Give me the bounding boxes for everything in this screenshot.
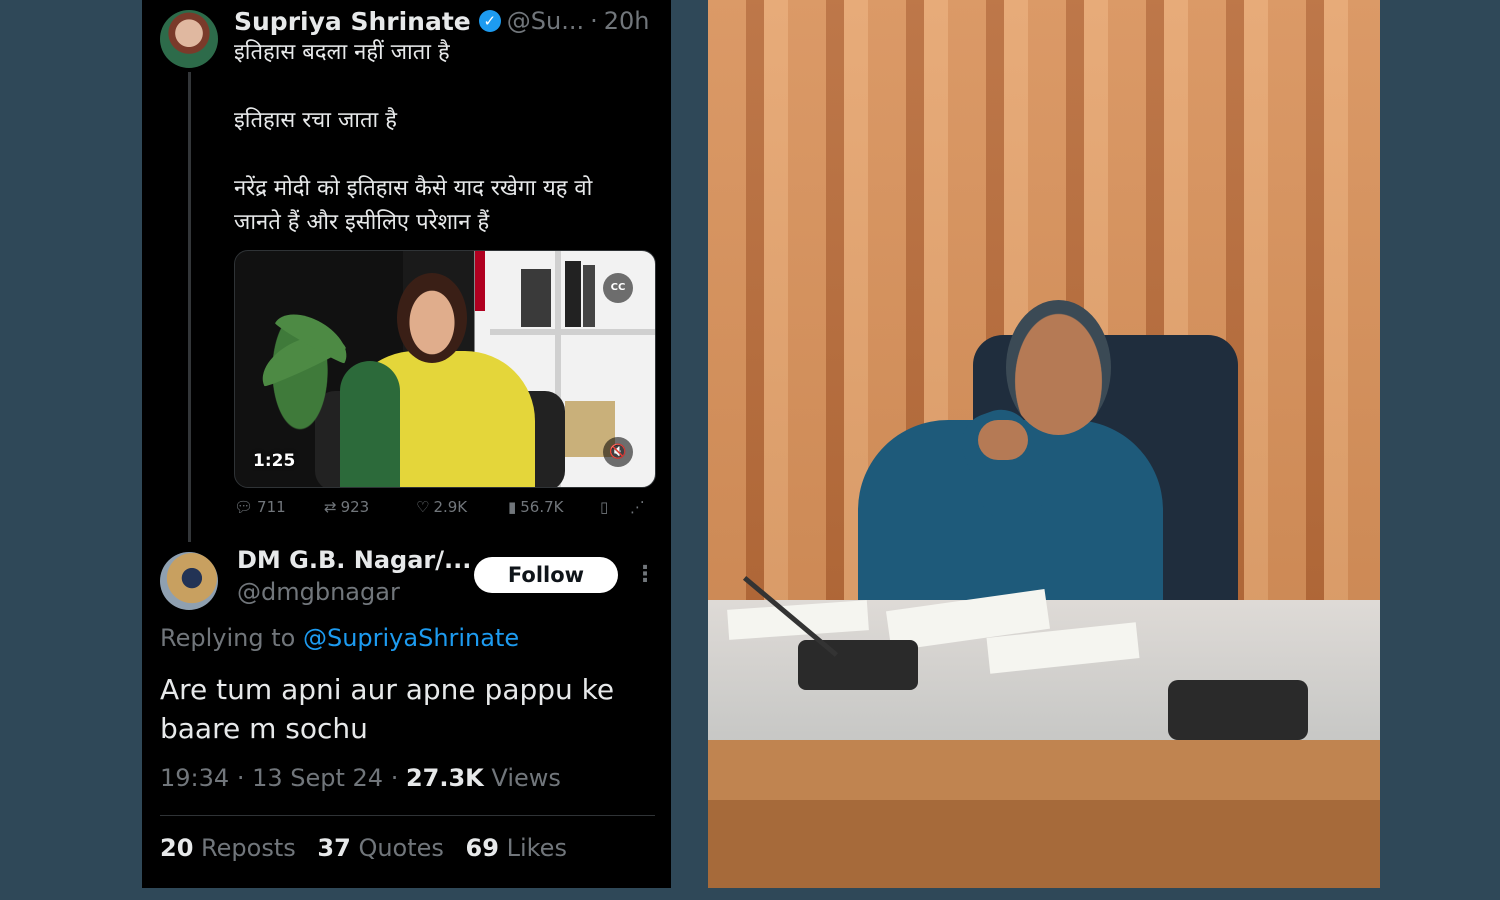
author-handle[interactable]: @Su... bbox=[507, 7, 584, 35]
tweet-time[interactable]: 20h bbox=[604, 7, 650, 35]
repost-icon: ⇄ bbox=[324, 498, 337, 516]
repost-count: 923 bbox=[340, 498, 370, 516]
reply-author-avatar[interactable] bbox=[160, 552, 218, 610]
thread-line bbox=[188, 72, 191, 542]
frame bbox=[521, 269, 551, 327]
more-options-icon[interactable]: ⋮ bbox=[634, 562, 656, 587]
reposts-stat[interactable]: 20 Reposts bbox=[160, 834, 296, 862]
reply-icon: 💬︎ bbox=[234, 498, 254, 516]
video-duration: 1:25 bbox=[253, 451, 296, 471]
tweet-text-line: जानते हैं और इसीलिए परेशान हैं bbox=[234, 210, 490, 235]
tweet-text-line: इतिहास रचा जाता है bbox=[234, 108, 397, 133]
likes-count: 69 bbox=[465, 834, 499, 862]
tweet-video[interactable]: CC 🔇 1:25 bbox=[234, 250, 656, 488]
desk-edge bbox=[708, 740, 1380, 800]
author-avatar[interactable] bbox=[160, 10, 218, 68]
like-icon: ♡ bbox=[416, 498, 430, 516]
speaker-blouse bbox=[340, 361, 400, 487]
author-name[interactable]: Supriya Shrinate bbox=[234, 7, 471, 36]
likes-label: Likes bbox=[506, 834, 567, 862]
mention-link[interactable]: @SupriyaShrinate bbox=[303, 624, 519, 652]
replying-to: Replying to @SupriyaShrinate bbox=[160, 624, 519, 652]
book bbox=[583, 265, 595, 327]
shelf bbox=[490, 329, 655, 335]
divider bbox=[160, 815, 655, 816]
desk-phone bbox=[1168, 680, 1308, 740]
reply-time[interactable]: 19:34 bbox=[160, 764, 229, 792]
reply-views-count: 27.3K bbox=[405, 764, 484, 792]
office-photo bbox=[708, 0, 1380, 888]
reply-count: 711 bbox=[257, 498, 286, 516]
backdrop-stripe bbox=[475, 251, 485, 311]
tweet-actions: 💬︎ 711 ⇄ 923 ♡ 2.9K ▮ 56.7K ▯ ⋰ bbox=[234, 498, 659, 522]
reposts-count: 20 bbox=[160, 834, 194, 862]
tweet-text-line: नरेंद्र मोदी को इतिहास कैसे याद रखेगा यह… bbox=[234, 176, 593, 201]
speaker-head bbox=[397, 273, 467, 363]
tweet-header: Supriya Shrinate ✓ @Su... · 20h ⋮ bbox=[234, 4, 671, 38]
official-hand bbox=[978, 420, 1028, 460]
reply-views-label: Views bbox=[491, 764, 561, 792]
reply-text: Are tum apni aur apne pappu ke baare m s… bbox=[160, 673, 615, 745]
follow-button[interactable]: Follow bbox=[474, 557, 618, 593]
book bbox=[565, 261, 581, 327]
microphone-base bbox=[798, 640, 918, 690]
reply-stats: 20 Reposts 37 Quotes 69 Likes bbox=[160, 834, 581, 862]
reply-author-name[interactable]: DM G.B. Nagar/... bbox=[237, 546, 471, 574]
views-action[interactable]: ▮ 56.7K bbox=[508, 498, 564, 516]
official-head bbox=[1006, 300, 1111, 435]
views-icon: ▮ bbox=[508, 498, 517, 516]
tweet-screenshot: Supriya Shrinate ✓ @Su... · 20h ⋮ इतिहास… bbox=[142, 0, 671, 888]
quotes-count: 37 bbox=[317, 834, 351, 862]
separator: · bbox=[590, 7, 598, 35]
quotes-label: Quotes bbox=[358, 834, 444, 862]
tweet-text-line: इतिहास बदला नहीं जाता है bbox=[234, 40, 450, 65]
reply-author-handle[interactable]: @dmgbnagar bbox=[237, 578, 400, 606]
like-action[interactable]: ♡ 2.9K bbox=[416, 498, 467, 516]
reply-action[interactable]: 💬︎ 711 bbox=[234, 498, 286, 516]
share-icon[interactable]: ⋰ bbox=[630, 498, 645, 516]
reposts-label: Reposts bbox=[201, 834, 296, 862]
reply-date[interactable]: 13 Sept 24 bbox=[252, 764, 383, 792]
replying-prefix: Replying to bbox=[160, 624, 296, 652]
likes-stat[interactable]: 69 Likes bbox=[466, 834, 567, 862]
reply-meta: 19:34 · 13 Sept 24 · 27.3K Views bbox=[160, 764, 561, 792]
cc-icon[interactable]: CC bbox=[603, 273, 633, 303]
bookmark-icon[interactable]: ▯ bbox=[600, 498, 608, 516]
verified-badge-icon: ✓ bbox=[478, 10, 501, 32]
like-count: 2.9K bbox=[433, 498, 468, 516]
views-count: 56.7K bbox=[520, 498, 564, 516]
volume-muted-icon[interactable]: 🔇 bbox=[603, 437, 633, 467]
repost-action[interactable]: ⇄ 923 bbox=[324, 498, 369, 516]
quotes-stat[interactable]: 37 Quotes bbox=[317, 834, 444, 862]
